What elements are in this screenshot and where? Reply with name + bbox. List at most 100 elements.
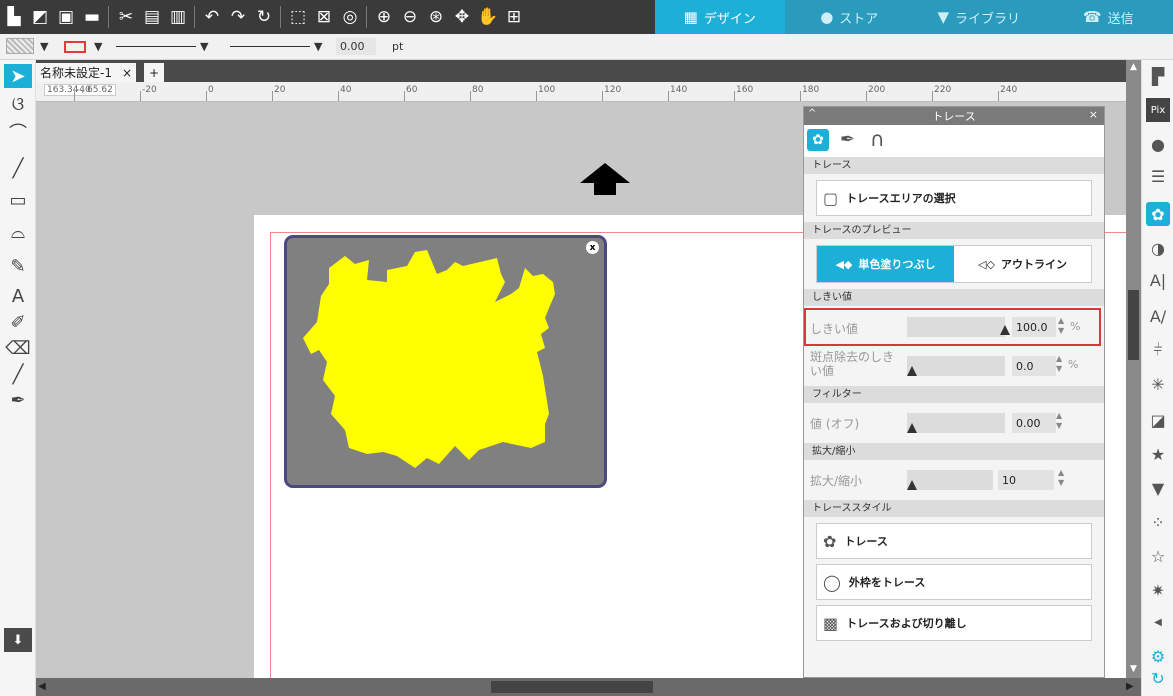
knife-icon[interactable]: ╱	[4, 362, 32, 386]
undo-icon[interactable]: ↶	[200, 5, 224, 29]
refresh-icon[interactable]: ↻	[1146, 666, 1170, 690]
line-style-icon[interactable]: ☰	[1146, 164, 1170, 188]
slider-handle[interactable]	[907, 423, 917, 433]
trace-outer-button[interactable]: ◯ 外枠をトレース	[816, 564, 1092, 600]
spinner-icon[interactable]: ▲ ▼	[1056, 354, 1062, 374]
eraser-icon[interactable]: ⌫	[4, 336, 32, 360]
preview-fill-button[interactable]: ◀◆ 単色塗りつぶし	[817, 246, 954, 282]
magnet-icon[interactable]: ∩	[870, 127, 885, 151]
trace-image-area[interactable]: x	[284, 235, 607, 488]
rectangle-tool-icon[interactable]: ▭	[4, 188, 32, 212]
new-file-icon[interactable]: ▙	[2, 5, 26, 29]
sketch-dots-icon[interactable]: ⁘	[1146, 510, 1170, 534]
copy-icon[interactable]: ▤	[140, 5, 164, 29]
offset-star-icon[interactable]: ☆	[1146, 544, 1170, 568]
tab-send[interactable]: ☎ 送信	[1043, 0, 1173, 34]
chevron-down-icon[interactable]: ▼	[94, 40, 102, 53]
slider-handle[interactable]	[907, 366, 917, 376]
library-drawer-icon[interactable]: ⬇	[4, 628, 32, 652]
page-setup-icon[interactable]: ▛	[1146, 64, 1170, 88]
tab-library[interactable]: ▼ ライブラリ	[914, 0, 1044, 34]
fit-to-page-icon[interactable]: ⊞	[502, 5, 526, 29]
pix-scan-icon[interactable]: Pix	[1146, 98, 1170, 122]
point-edit-icon[interactable]: ଓ	[4, 92, 32, 116]
puzzle-icon[interactable]: ✷	[1146, 578, 1170, 602]
spinner-icon[interactable]: ▲ ▼	[1056, 411, 1062, 431]
line-width-input[interactable]: 0.00	[336, 38, 376, 55]
chevron-down-icon[interactable]: ▼	[200, 40, 208, 53]
select-by-color-icon[interactable]: ◎	[338, 5, 362, 29]
scroll-right-icon[interactable]: ▶	[1126, 681, 1134, 692]
select-arrow-icon[interactable]: ➤	[4, 64, 32, 88]
print-icon[interactable]: ▬	[80, 5, 104, 29]
trace-button[interactable]: ✿ トレース	[816, 523, 1092, 559]
threshold-slider[interactable]	[907, 317, 1010, 337]
save-icon[interactable]: ▣	[54, 5, 78, 29]
collapse-icon[interactable]: ^	[808, 108, 816, 119]
vertical-scroll-thumb[interactable]	[1128, 290, 1139, 360]
transform-icon[interactable]: ✳	[1146, 372, 1170, 396]
trace-detach-button[interactable]: ▩ トレースおよび切り離し	[816, 605, 1092, 641]
pan-hand-icon[interactable]: ✋	[476, 5, 500, 29]
paste-icon[interactable]: ▥	[166, 5, 190, 29]
add-tab-button[interactable]: +	[144, 63, 165, 82]
text-tool-icon[interactable]: A	[4, 284, 32, 308]
scale-slider[interactable]	[907, 470, 993, 490]
chevron-down-icon[interactable]: ▼	[314, 40, 322, 53]
scroll-up-icon[interactable]: ▲	[1127, 62, 1140, 74]
pencil-icon[interactable]: ✎	[4, 254, 32, 278]
horizontal-scroll-thumb[interactable]	[491, 681, 653, 693]
align-icon[interactable]: ⫩	[1146, 338, 1170, 362]
speck-input[interactable]: 0.0	[1012, 356, 1056, 376]
spinner-icon[interactable]: ▲ ▼	[1058, 316, 1064, 336]
filter-slider[interactable]	[907, 413, 1005, 433]
curve-tool-icon[interactable]: ⌒	[4, 120, 32, 144]
polygon-tool-icon[interactable]: ⌓	[4, 220, 32, 244]
palette-icon[interactable]: ●	[1146, 132, 1170, 156]
threshold-input[interactable]: 100.0	[1012, 317, 1056, 337]
close-icon[interactable]: ×	[1089, 108, 1098, 121]
speck-slider[interactable]	[907, 356, 1005, 376]
select-trace-area-button[interactable]: ▢ トレースエリアの選択	[816, 180, 1092, 216]
eyedropper-icon[interactable]: ✒	[840, 129, 855, 150]
slider-handle[interactable]	[907, 480, 917, 490]
close-trace-area-button[interactable]: x	[586, 241, 599, 254]
deselect-icon[interactable]: ⊠	[312, 5, 336, 29]
line-join-preview[interactable]	[230, 46, 310, 47]
scale-input[interactable]: 10	[998, 470, 1054, 490]
cut-icon[interactable]: ✂	[114, 5, 138, 29]
slider-handle[interactable]	[1000, 325, 1010, 335]
trace-mode-icon[interactable]: ✿	[807, 129, 829, 151]
fill-contrast-icon[interactable]: ◑	[1146, 236, 1170, 260]
line-tool-icon[interactable]: ╱	[4, 156, 32, 180]
line-style-preview[interactable]	[116, 46, 196, 47]
eyedropper-icon[interactable]: ✒	[4, 388, 32, 412]
fill-pattern-swatch[interactable]	[6, 38, 34, 54]
line-color-swatch[interactable]	[64, 41, 86, 53]
settings-icon[interactable]: ⚙	[1146, 644, 1170, 668]
font-path-icon[interactable]: A/	[1146, 304, 1170, 328]
redo-icon[interactable]: ↷	[226, 5, 250, 29]
vertical-scrollbar[interactable]: ▲ ▼	[1126, 60, 1141, 678]
text-style-icon[interactable]: A|	[1146, 268, 1170, 292]
select-all-icon[interactable]: ⬚	[286, 5, 310, 29]
preview-outline-button[interactable]: ◁◇ アウトライン	[954, 246, 1091, 282]
redraw-icon[interactable]: ↻	[252, 5, 276, 29]
zoom-select-icon[interactable]: ⊛	[424, 5, 448, 29]
chevron-down-icon[interactable]: ▼	[40, 40, 48, 53]
scroll-down-icon[interactable]: ▼	[1127, 664, 1140, 676]
document-tab[interactable]: 名称未設定-1 ×	[36, 63, 137, 82]
collapse-left-icon[interactable]: ◀	[1146, 610, 1170, 634]
close-icon[interactable]: ×	[122, 66, 132, 80]
nesting-icon[interactable]: ▼	[1146, 476, 1170, 500]
drag-zoom-icon[interactable]: ✥	[450, 5, 474, 29]
filter-input[interactable]: 0.00	[1012, 413, 1056, 433]
star-icon[interactable]: ★	[1146, 442, 1170, 466]
horizontal-scrollbar[interactable]: ◀ ▶	[36, 678, 1141, 696]
replicate-icon[interactable]: ◪	[1146, 408, 1170, 432]
spinner-icon[interactable]: ▲ ▼	[1058, 468, 1064, 488]
trace-icon[interactable]: ✿	[1146, 202, 1170, 226]
tab-design[interactable]: ▦ デザイン	[655, 0, 785, 34]
tab-store[interactable]: ● ストア	[784, 0, 914, 34]
zoom-out-icon[interactable]: ⊖	[398, 5, 422, 29]
